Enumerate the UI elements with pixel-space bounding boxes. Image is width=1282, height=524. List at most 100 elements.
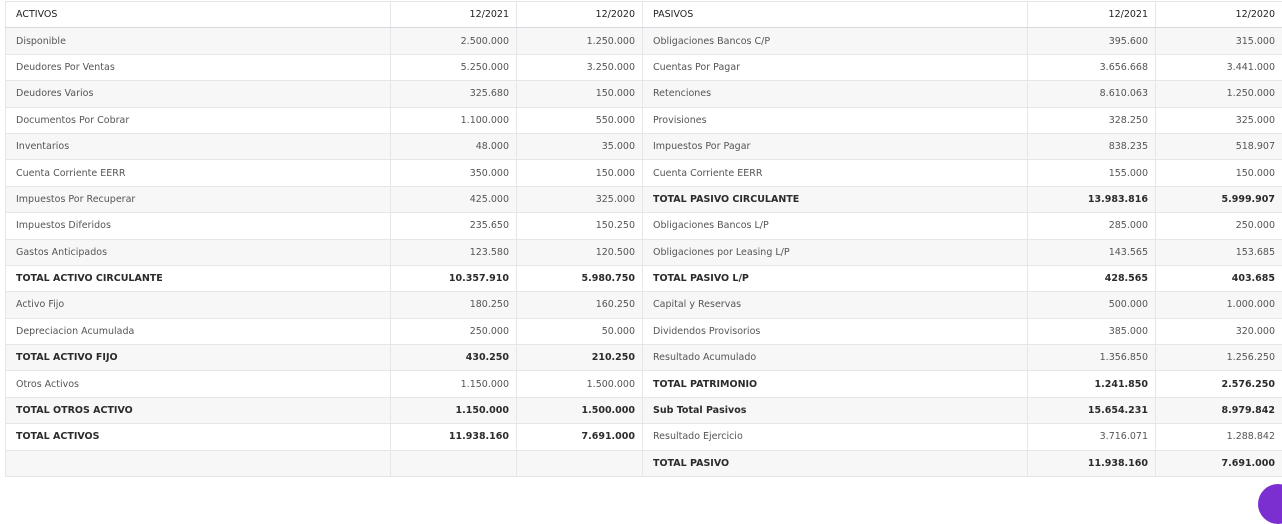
liability-label-cell: Provisiones (643, 107, 1028, 133)
liability-2021-cell: 15.654.231 (1028, 397, 1156, 423)
asset-2021-cell: 430.250 (391, 345, 517, 371)
table-row: Deudores Por Ventas5.250.0003.250.000Cue… (6, 54, 1282, 80)
table-row: Otros Activos1.150.0001.500.000TOTAL PAT… (6, 371, 1282, 397)
liability-2021-cell: 285.000 (1028, 213, 1156, 239)
table-row: Disponible2.500.0001.250.000Obligaciones… (6, 28, 1282, 54)
liability-label-cell: Obligaciones por Leasing L/P (643, 239, 1028, 265)
liability-label-cell: Obligaciones Bancos C/P (643, 28, 1028, 54)
asset-2020-cell: 325.000 (517, 186, 643, 212)
liability-2020-cell: 150.000 (1156, 160, 1282, 186)
asset-label-cell: Inventarios (6, 133, 391, 159)
liability-2020-cell: 7.691.000 (1156, 450, 1282, 476)
asset-2021-cell: 123.580 (391, 239, 517, 265)
asset-2021-cell: 1.150.000 (391, 371, 517, 397)
asset-2021-cell: 1.150.000 (391, 397, 517, 423)
asset-2020-cell: 35.000 (517, 133, 643, 159)
asset-2021-cell: 2.500.000 (391, 28, 517, 54)
table-row: Activo Fijo180.250160.250Capital y Reser… (6, 292, 1282, 318)
liability-2020-cell: 250.000 (1156, 213, 1282, 239)
balance-sheet-table: ACTIVOS 12/2021 12/2020 PASIVOS 12/2021 … (5, 1, 1282, 477)
asset-2021-cell: 1.100.000 (391, 107, 517, 133)
asset-2020-cell: 1.500.000 (517, 397, 643, 423)
asset-label-cell: Otros Activos (6, 371, 391, 397)
liability-label-cell: TOTAL PASIVO CIRCULANTE (643, 186, 1028, 212)
liabilities-header: PASIVOS (643, 2, 1028, 28)
table-row: Impuestos Diferidos235.650150.250Obligac… (6, 213, 1282, 239)
liability-2021-cell: 3.656.668 (1028, 54, 1156, 80)
liability-2020-cell: 8.979.842 (1156, 397, 1282, 423)
asset-2021-cell: 250.000 (391, 318, 517, 344)
table-row: Deudores Varios325.680150.000Retenciones… (6, 81, 1282, 107)
asset-label-cell: Depreciacion Acumulada (6, 318, 391, 344)
table-row: Inventarios48.00035.000Impuestos Por Pag… (6, 133, 1282, 159)
liability-label-cell: Resultado Ejercicio (643, 424, 1028, 450)
asset-2021-cell: 325.680 (391, 81, 517, 107)
asset-2021-cell: 5.250.000 (391, 54, 517, 80)
liability-label-cell: Dividendos Provisorios (643, 318, 1028, 344)
asset-2020-cell: 7.691.000 (517, 424, 643, 450)
liability-2020-cell: 315.000 (1156, 28, 1282, 54)
asset-label-cell: Deudores Varios (6, 81, 391, 107)
asset-label-cell: Activo Fijo (6, 292, 391, 318)
liability-2020-cell: 2.576.250 (1156, 371, 1282, 397)
asset-label-cell: Gastos Anticipados (6, 239, 391, 265)
asset-2021-cell: 235.650 (391, 213, 517, 239)
liability-label-cell: TOTAL PASIVO (643, 450, 1028, 476)
liability-label-cell: Cuenta Corriente EERR (643, 160, 1028, 186)
table-row: Cuenta Corriente EERR350.000150.000Cuent… (6, 160, 1282, 186)
table-row: TOTAL ACTIVOS11.938.1607.691.000Resultad… (6, 424, 1282, 450)
asset-label-cell: Impuestos Por Recuperar (6, 186, 391, 212)
liability-label-cell: TOTAL PASIVO L/P (643, 265, 1028, 291)
liability-label-cell: TOTAL PATRIMONIO (643, 371, 1028, 397)
liability-label-cell: Retenciones (643, 81, 1028, 107)
liability-2021-cell: 500.000 (1028, 292, 1156, 318)
assets-year-2020-header: 12/2020 (517, 2, 643, 28)
asset-2020-cell: 150.250 (517, 213, 643, 239)
liability-2021-cell: 3.716.071 (1028, 424, 1156, 450)
table-row: Impuestos Por Recuperar425.000325.000TOT… (6, 186, 1282, 212)
table-header-row: ACTIVOS 12/2021 12/2020 PASIVOS 12/2021 … (6, 2, 1282, 28)
assets-year-2021-header: 12/2021 (391, 2, 517, 28)
asset-2020-cell: 550.000 (517, 107, 643, 133)
liability-label-cell: Resultado Acumulado (643, 345, 1028, 371)
asset-2020-cell: 150.000 (517, 81, 643, 107)
asset-2020-cell: 160.250 (517, 292, 643, 318)
asset-2021-cell: 10.357.910 (391, 265, 517, 291)
liability-2021-cell: 1.356.850 (1028, 345, 1156, 371)
asset-label-cell: TOTAL ACTIVOS (6, 424, 391, 450)
liability-2021-cell: 8.610.063 (1028, 81, 1156, 107)
table-row: TOTAL OTROS ACTIVO1.150.0001.500.000Sub … (6, 397, 1282, 423)
asset-2020-cell (517, 450, 643, 476)
table-row: TOTAL PASIVO11.938.1607.691.000 (6, 450, 1282, 476)
liability-label-cell: Cuentas Por Pagar (643, 54, 1028, 80)
table-row: Depreciacion Acumulada250.00050.000Divid… (6, 318, 1282, 344)
liability-label-cell: Sub Total Pasivos (643, 397, 1028, 423)
liability-2021-cell: 143.565 (1028, 239, 1156, 265)
asset-2020-cell: 1.250.000 (517, 28, 643, 54)
asset-label-cell: Impuestos Diferidos (6, 213, 391, 239)
liability-2021-cell: 13.983.816 (1028, 186, 1156, 212)
asset-label-cell: Deudores Por Ventas (6, 54, 391, 80)
liability-2021-cell: 428.565 (1028, 265, 1156, 291)
asset-2021-cell: 425.000 (391, 186, 517, 212)
asset-2021-cell: 11.938.160 (391, 424, 517, 450)
liability-2020-cell: 1.288.842 (1156, 424, 1282, 450)
asset-label-cell: Disponible (6, 28, 391, 54)
asset-label-cell (6, 450, 391, 476)
liability-label-cell: Obligaciones Bancos L/P (643, 213, 1028, 239)
table-body: Disponible2.500.0001.250.000Obligaciones… (6, 28, 1282, 477)
assets-header: ACTIVOS (6, 2, 391, 28)
liability-2020-cell: 403.685 (1156, 265, 1282, 291)
asset-label-cell: TOTAL ACTIVO FIJO (6, 345, 391, 371)
asset-2020-cell: 50.000 (517, 318, 643, 344)
liability-2020-cell: 5.999.907 (1156, 186, 1282, 212)
asset-2020-cell: 1.500.000 (517, 371, 643, 397)
liability-2021-cell: 11.938.160 (1028, 450, 1156, 476)
chat-bubble-icon[interactable] (1258, 484, 1282, 524)
liability-2021-cell: 328.250 (1028, 107, 1156, 133)
liability-2020-cell: 518.907 (1156, 133, 1282, 159)
liability-2020-cell: 1.000.000 (1156, 292, 1282, 318)
asset-2021-cell: 48.000 (391, 133, 517, 159)
asset-label-cell: TOTAL ACTIVO CIRCULANTE (6, 265, 391, 291)
table-row: Documentos Por Cobrar1.100.000550.000Pro… (6, 107, 1282, 133)
